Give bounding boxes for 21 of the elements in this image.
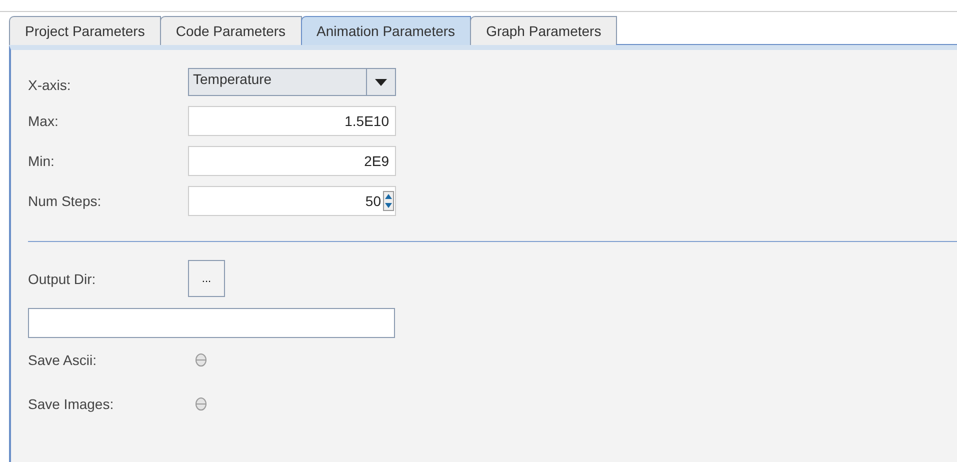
field-label: Max: xyxy=(28,113,60,129)
tab[interactable]: Graph Parameters xyxy=(470,16,618,45)
toggle-icon[interactable] xyxy=(195,397,207,411)
browse-button[interactable]: ... xyxy=(188,260,225,297)
toggle-icon[interactable] xyxy=(195,353,207,367)
field-label: Output Dir: xyxy=(28,270,97,286)
tab[interactable]: Code Parameters xyxy=(160,16,302,45)
field-label: X-axis: xyxy=(28,77,72,93)
input-field[interactable] xyxy=(28,308,395,338)
caret-icon xyxy=(375,78,387,86)
field-label: Num Steps: xyxy=(28,193,102,209)
dropdown[interactable]: Temperature xyxy=(188,68,396,96)
field-label: Min: xyxy=(28,153,56,169)
spinner-field[interactable]: 50 xyxy=(188,186,396,216)
spinner-arrows-icon[interactable] xyxy=(383,191,394,211)
input-field[interactable]: 1.5E10 xyxy=(188,106,396,136)
field-label: Save Ascii: xyxy=(28,352,98,368)
tab[interactable]: Project Parameters xyxy=(9,16,161,45)
field-label: Save Images: xyxy=(28,396,115,412)
tab[interactable]: Animation Parameters xyxy=(300,16,472,45)
input-field[interactable]: 2E9 xyxy=(188,146,396,176)
